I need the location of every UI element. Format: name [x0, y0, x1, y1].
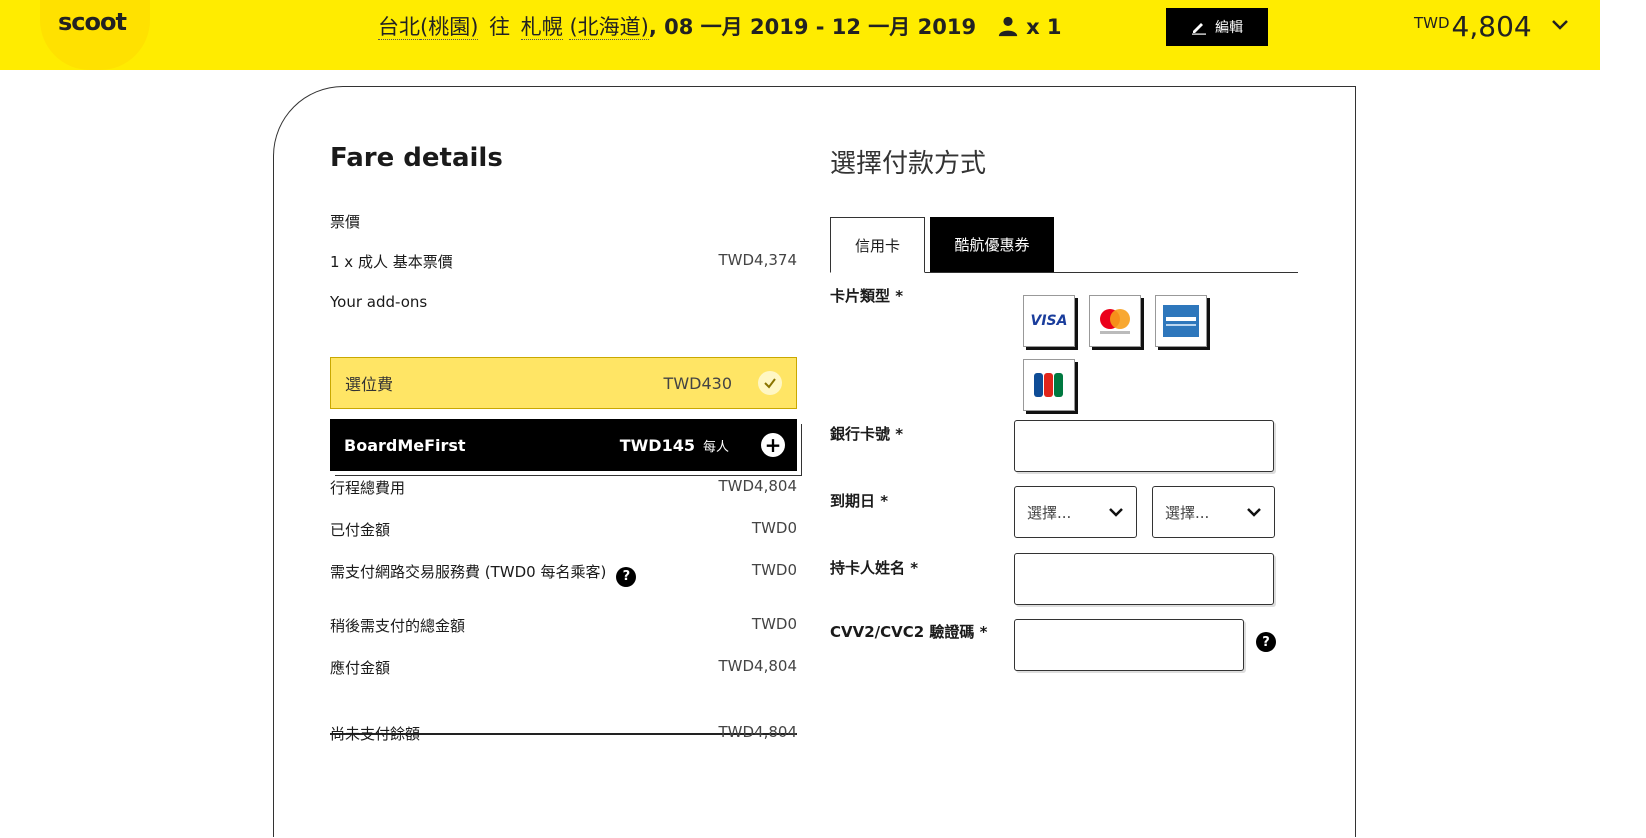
booking-card: Fare details 票價 1 x 成人 基本票價 TWD4,374 You…: [273, 86, 1356, 837]
expiry-year-value: 選擇...: [1165, 503, 1210, 522]
addon-board-name: BoardMeFirst: [344, 435, 466, 455]
expiry-month-select[interactable]: 選擇...: [1014, 486, 1137, 538]
trip-total-amount: TWD4,804: [718, 477, 798, 495]
pay-later-amount: TWD0: [751, 615, 797, 633]
paid-label: 已付金額: [330, 521, 391, 539]
addon-board-price: TWD145: [619, 435, 695, 455]
base-fare-amount: TWD4,374: [718, 251, 798, 269]
service-fee-amount: TWD0: [751, 561, 797, 579]
top-bar: scoot 台北(桃園) 往 札幌 (北海道), 08 一月 2019 - 12…: [0, 0, 1600, 70]
addons-section-label: Your add-ons: [330, 293, 797, 311]
service-fee-row: 需支付網路交易服務費 (TWD0 每名乘客)? TWD0: [330, 561, 797, 587]
ticket-label: 票價: [330, 213, 361, 231]
edit-search-button[interactable]: 編輯: [1166, 8, 1268, 46]
jcb-logo: [1034, 373, 1063, 397]
visa-card-option[interactable]: VISA: [1023, 295, 1075, 347]
mastercard-logo: [1100, 309, 1130, 334]
trip-total-row: 行程總費用 TWD4,804: [330, 477, 797, 498]
balance-amount: TWD4,804: [718, 723, 798, 741]
addons-label: Your add-ons: [330, 293, 428, 311]
amount-due-amount: TWD4,804: [718, 657, 798, 675]
card-type-label: 卡片類型 *: [830, 287, 904, 305]
balance-row: 尚未支付餘額 TWD4,804: [330, 723, 797, 744]
amount-due-row: 應付金額 TWD4,804: [330, 657, 797, 678]
travel-dates: , 08 一月 2019 - 12 一月 2019: [648, 15, 977, 39]
expiry-year-select[interactable]: 選擇...: [1152, 486, 1275, 538]
chevron-down-icon: [1247, 508, 1261, 517]
edit-label: 編輯: [1215, 20, 1243, 36]
paid-amount: TWD0: [751, 519, 797, 537]
itinerary-summary: 台北(桃園) 往 札幌 (北海道), 08 一月 2019 - 12 一月 20…: [378, 11, 1062, 41]
addon-board-per: 每人: [702, 439, 729, 455]
chevron-down-icon: [1551, 20, 1568, 30]
card-number-label: 銀行卡號 *: [830, 425, 904, 443]
plus-icon[interactable]: +: [761, 433, 785, 457]
amex-card-option[interactable]: [1155, 295, 1207, 347]
chevron-down-icon: [1109, 508, 1123, 517]
tab-credit-card[interactable]: 信用卡: [830, 217, 925, 273]
passenger-count-value: x 1: [1026, 15, 1062, 39]
payment-method-title: 選擇付款方式: [830, 149, 987, 179]
header-total-price[interactable]: TWD4,804: [1414, 10, 1569, 43]
mastercard-option[interactable]: [1089, 295, 1141, 347]
addon-seat-selection[interactable]: 選位費 TWD430: [330, 357, 797, 409]
base-fare-label: 1 x 成人 基本票價: [330, 253, 453, 271]
total-currency: TWD: [1414, 14, 1450, 32]
destination-city: 札幌: [520, 15, 563, 40]
expiry-label: 到期日 *: [830, 492, 889, 510]
card-number-input[interactable]: [1014, 420, 1274, 472]
pay-later-label: 稍後需支付的總金額: [330, 617, 466, 635]
addon-seat-name: 選位費: [345, 375, 394, 394]
visa-logo: VISA: [1030, 313, 1068, 329]
addon-seat-price: TWD430: [663, 373, 732, 393]
route-connector: 往: [489, 15, 511, 39]
cvv-input[interactable]: [1014, 619, 1244, 671]
paid-row: 已付金額 TWD0: [330, 519, 797, 540]
expiry-month-value: 選擇...: [1027, 503, 1072, 522]
addon-boardmefirst[interactable]: BoardMeFirst TWD145 每人 +: [330, 419, 797, 471]
person-icon: [998, 16, 1017, 37]
amex-logo: [1163, 305, 1199, 337]
payment-tabs: 信用卡 酷航優惠券: [830, 217, 1298, 273]
passenger-count: x 1: [997, 15, 1062, 39]
cardholder-name-input[interactable]: [1014, 553, 1274, 605]
jcb-card-option[interactable]: [1023, 359, 1075, 411]
fare-details-title: Fare details: [330, 143, 503, 173]
help-icon[interactable]: ?: [616, 566, 637, 587]
total-amount: 4,804: [1451, 10, 1532, 43]
amount-due-label: 應付金額: [330, 659, 391, 677]
destination-airport: (北海道): [569, 15, 649, 40]
service-fee-label: 需支付網路交易服務費 (TWD0 每名乘客): [330, 563, 607, 581]
pencil-icon: [1192, 23, 1206, 35]
cvv-label: CVV2/CVC2 驗證碼 *: [830, 623, 988, 641]
pay-later-row: 稍後需支付的總金額 TWD0: [330, 615, 797, 636]
cardholder-name-label: 持卡人姓名 *: [830, 559, 919, 577]
origin-airport: (桃園): [420, 15, 479, 40]
origin-city: 台北: [378, 15, 420, 40]
base-fare-row: 1 x 成人 基本票價 TWD4,374: [330, 251, 797, 272]
ticket-section-label: 票價: [330, 211, 797, 232]
trip-total-label: 行程總費用: [330, 479, 406, 497]
balance-label: 尚未支付餘額: [330, 725, 421, 743]
scoot-logo[interactable]: scoot: [58, 8, 127, 36]
cvv-help-icon[interactable]: ?: [1256, 632, 1276, 652]
check-icon: [758, 371, 782, 395]
tab-scoot-voucher[interactable]: 酷航優惠券: [930, 217, 1054, 272]
